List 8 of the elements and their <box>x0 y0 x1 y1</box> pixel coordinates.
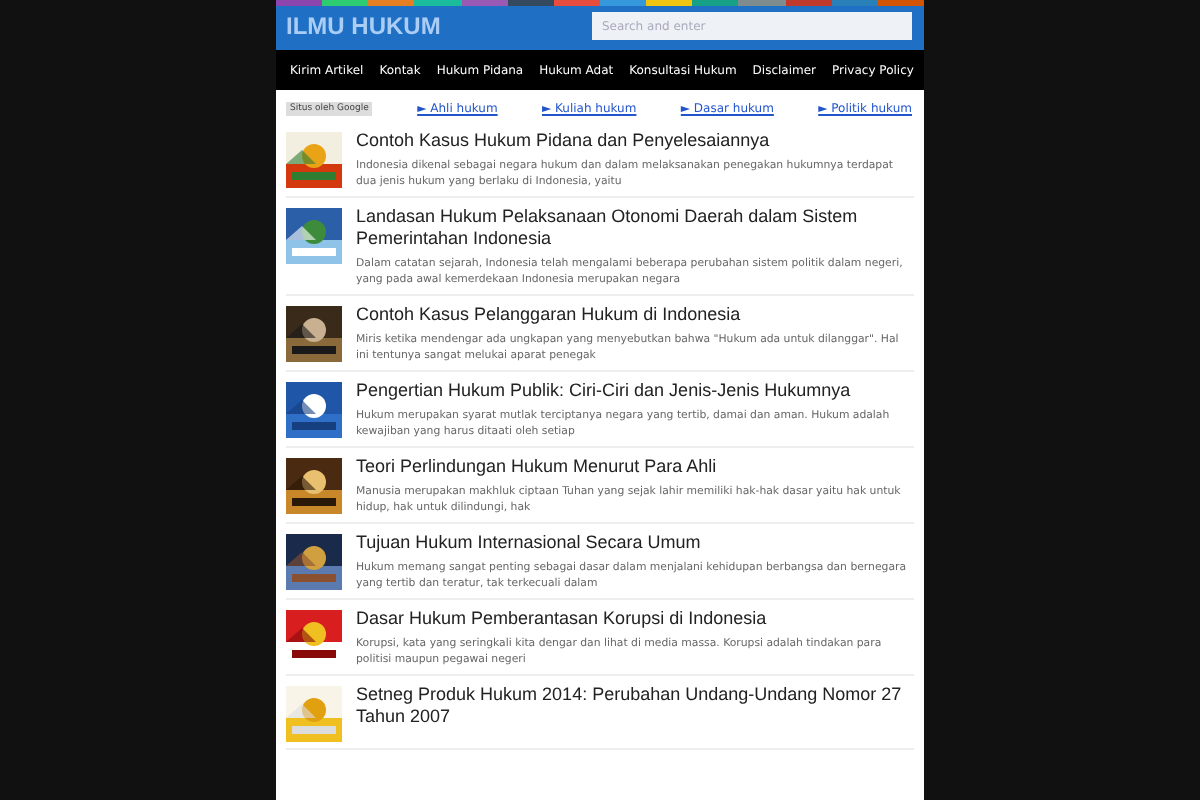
article-title[interactable]: Tujuan Hukum Internasional Secara Umum <box>356 532 914 554</box>
article-title[interactable]: Teori Perlindungan Hukum Menurut Para Ahli <box>356 456 914 478</box>
article-title[interactable]: Dasar Hukum Pemberantasan Korupsi di Indonesia <box>356 608 914 630</box>
article-title[interactable]: Landasan Hukum Pelaksanaan Otonomi Daerah dalam Sistem Pemerintahan Indonesia <box>356 206 914 250</box>
article-title[interactable]: Setneg Produk Hukum 2014: Perubahan Undang-Undang Nomor 27 Tahun 2007 <box>356 684 914 728</box>
article-title[interactable]: Contoh Kasus Pelanggaran Hukum di Indonesia <box>356 304 914 326</box>
article-title[interactable]: Contoh Kasus Hukum Pidana dan Penyelesaiannya <box>356 130 914 152</box>
article-title[interactable]: Pengertian Hukum Publik: Ciri-Ciri dan Jenis-Jenis Hukumnya <box>356 380 914 402</box>
